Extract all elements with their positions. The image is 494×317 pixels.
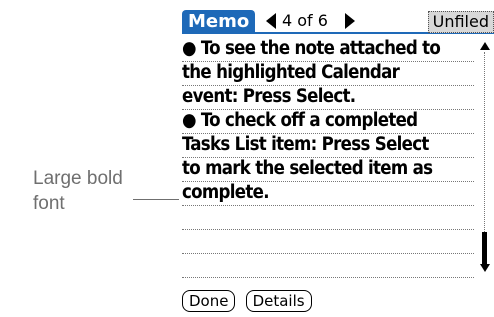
note-text-area[interactable]: ● To see the note attached to the highli… (182, 38, 474, 278)
note-line: complete. (182, 182, 474, 206)
callout-label: Large bold font (33, 166, 123, 216)
app-title[interactable]: Memo (182, 10, 256, 34)
note-line (182, 206, 474, 230)
callout-leader-line (133, 199, 179, 200)
note-line: event: Press Select. (182, 86, 474, 110)
note-line: the highlighted Calendar (182, 62, 474, 86)
scroll-down-arrow-icon[interactable] (480, 264, 490, 272)
callout-line-2: font (33, 193, 65, 214)
note-line: ● To check off a completed (182, 110, 474, 134)
next-memo-icon[interactable] (345, 13, 355, 29)
previous-memo-icon[interactable] (266, 13, 276, 29)
category-selector[interactable]: Unfiled (427, 11, 494, 33)
scroll-track[interactable] (484, 52, 486, 232)
note-line: ● To see the note attached to (182, 38, 474, 62)
scroll-up-arrow-icon[interactable] (480, 42, 490, 50)
page-indicator: 4 of 6 (282, 11, 328, 30)
scroll-thumb[interactable] (482, 232, 487, 264)
note-line: Tasks List item: Press Select (182, 134, 474, 158)
scrollbar[interactable] (479, 42, 491, 274)
callout-line-1: Large bold (33, 168, 123, 189)
note-line (182, 230, 474, 254)
done-button[interactable]: Done (182, 290, 236, 312)
palm-screen: Memo 4 of 6 Unfiled ● To see the note at… (180, 8, 494, 317)
details-button[interactable]: Details (245, 290, 312, 312)
button-row: Done Details (182, 290, 317, 312)
note-line (182, 254, 474, 278)
note-line: to mark the selected item as (182, 158, 474, 182)
title-bar: Memo 4 of 6 Unfiled (182, 10, 494, 34)
